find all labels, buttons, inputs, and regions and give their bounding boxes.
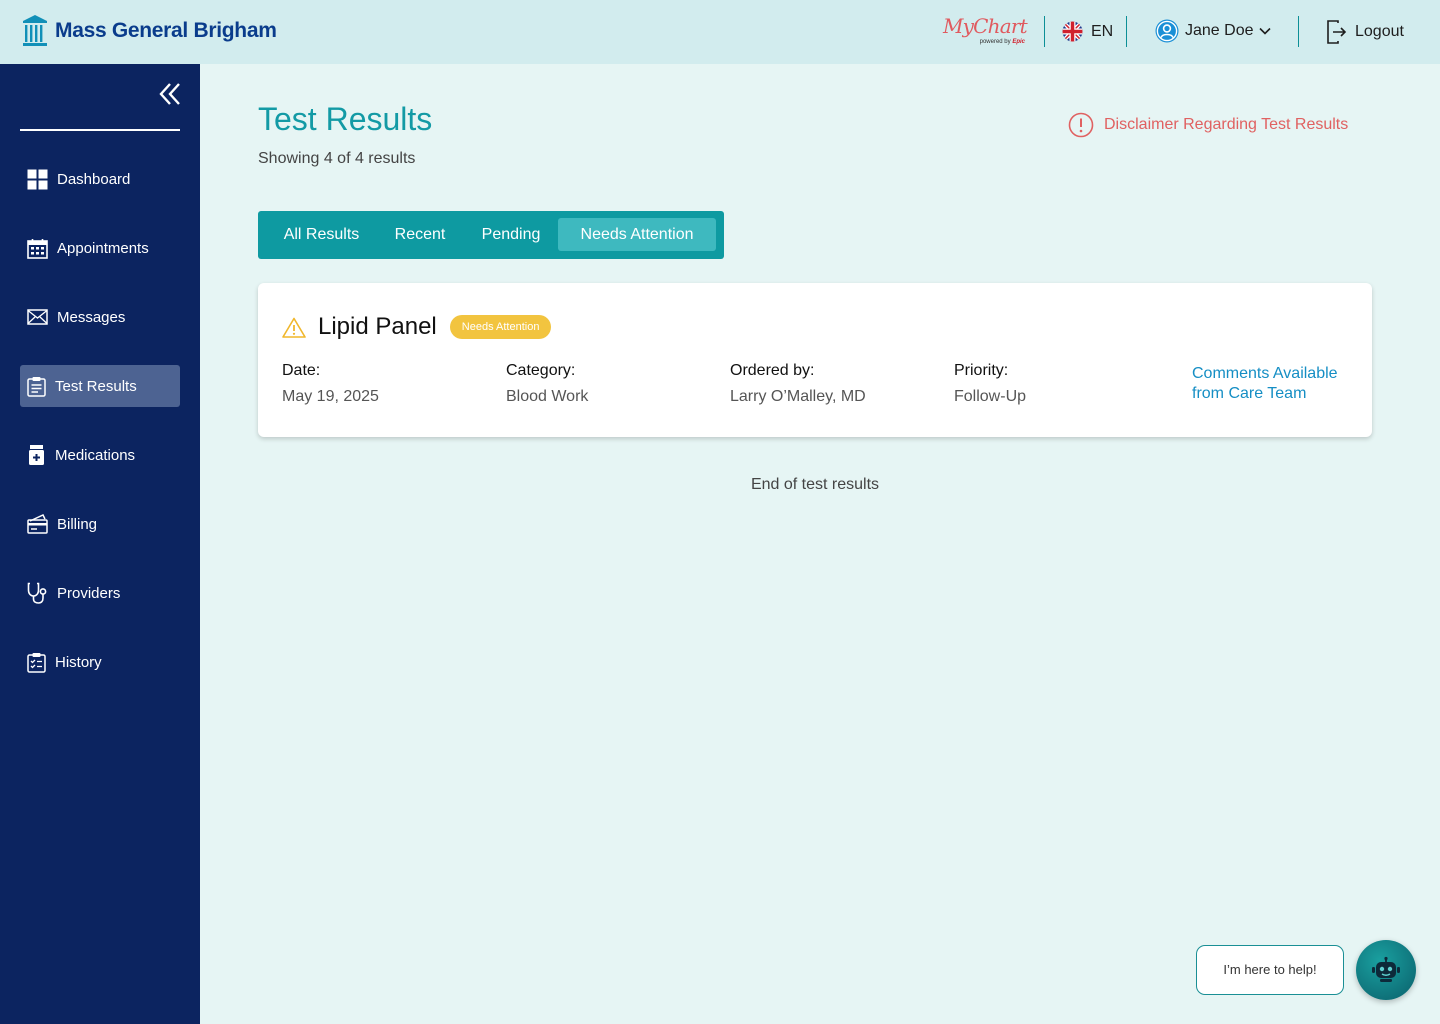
sidebar-item-label: Messages — [57, 308, 126, 326]
brand-name: Mass General Brigham — [55, 19, 277, 42]
sidebar-item-appointments[interactable]: Appointments — [20, 227, 180, 269]
logout-icon — [1327, 20, 1347, 44]
field-value: Blood Work — [506, 388, 589, 405]
sidebar: Dashboard Appointments Messages Test Res… — [0, 64, 200, 1024]
robot-icon — [1372, 956, 1400, 982]
end-of-results-text: End of test results — [750, 476, 880, 493]
envelope-icon — [27, 309, 48, 325]
sidebar-item-test-results[interactable]: Test Results — [20, 365, 180, 407]
tab-all-results[interactable]: All Results — [266, 218, 377, 251]
result-field-date: Date: May 19, 2025 — [282, 362, 379, 406]
result-field-ordered-by: Ordered by: Larry O’Malley, MD — [730, 362, 866, 406]
stethoscope-icon — [27, 582, 47, 604]
header-divider — [1298, 16, 1299, 47]
logout-label: Logout — [1355, 23, 1404, 40]
result-header: Lipid Panel Needs Attention — [282, 313, 552, 341]
sidebar-item-label: Billing — [57, 515, 98, 533]
field-value: May 19, 2025 — [282, 388, 379, 405]
calendar-icon — [27, 238, 48, 259]
field-label: Priority: — [954, 362, 1009, 379]
user-name: Jane Doe — [1185, 22, 1254, 39]
billing-icon — [27, 514, 48, 534]
sidebar-item-providers[interactable]: Providers — [20, 572, 180, 614]
help-bubble[interactable]: I’m here to help! — [1196, 945, 1344, 995]
sidebar-item-dashboard[interactable]: Dashboard — [20, 158, 180, 200]
alert-circle-icon — [1068, 112, 1094, 138]
field-label: Ordered by: — [730, 362, 815, 379]
chevron-down-icon — [1258, 27, 1271, 35]
brand-logo[interactable]: Mass General Brigham — [22, 14, 277, 48]
results-count: Showing 4 of 4 results — [258, 150, 416, 167]
tab-needs-attention[interactable]: Needs Attention — [558, 218, 716, 251]
results-tabs: All Results Recent Pending Needs Attenti… — [258, 211, 724, 259]
result-field-category: Category: Blood Work — [506, 362, 588, 406]
dashboard-icon — [27, 169, 48, 189]
comments-link[interactable]: Comments Available from Care Team — [1192, 364, 1362, 404]
building-icon — [23, 15, 47, 46]
header-divider — [1044, 16, 1045, 47]
collapse-sidebar-button[interactable] — [156, 81, 184, 107]
mychart-title: MyChart — [943, 14, 1028, 38]
language-code: EN — [1091, 22, 1114, 40]
logout-button[interactable]: Logout — [1325, 19, 1404, 45]
medicine-bottle-icon — [29, 445, 44, 465]
sidebar-item-label: Test Results — [55, 377, 137, 395]
sidebar-item-billing[interactable]: Billing — [20, 503, 180, 545]
sidebar-item-label: Appointments — [57, 239, 149, 257]
tab-pending[interactable]: Pending — [464, 218, 558, 251]
field-label: Category: — [506, 362, 576, 379]
disclaimer-label: Disclaimer Regarding Test Results — [1104, 116, 1349, 133]
sidebar-item-label: Providers — [57, 584, 121, 602]
sidebar-item-messages[interactable]: Messages — [20, 296, 180, 338]
status-badge: Needs Attention — [449, 315, 552, 339]
test-result-card[interactable]: Lipid Panel Needs Attention Date: May 19… — [258, 283, 1372, 437]
tab-recent[interactable]: Recent — [380, 218, 460, 251]
mychart-powered-by: powered by Epic — [979, 39, 1025, 45]
page-title: Test Results — [258, 101, 433, 137]
sidebar-item-label: Medications — [55, 446, 136, 464]
double-chevron-left-icon — [159, 83, 180, 105]
uk-flag-icon — [1062, 21, 1083, 42]
sidebar-divider — [20, 129, 180, 131]
header-divider — [1126, 16, 1127, 47]
field-value: Follow-Up — [954, 388, 1027, 405]
mychart-logo: MyChart powered by Epic — [943, 14, 1028, 48]
sidebar-item-label: History — [55, 653, 102, 671]
clipboard-list-icon — [27, 652, 46, 673]
clipboard-icon — [27, 376, 46, 397]
result-field-priority: Priority: Follow-Up — [954, 362, 1026, 406]
field-label: Date: — [282, 362, 321, 379]
user-menu[interactable]: Jane Doe — [1155, 19, 1271, 43]
language-selector[interactable]: EN — [1062, 21, 1113, 42]
sidebar-item-history[interactable]: History — [20, 641, 180, 683]
warning-triangle-icon — [282, 317, 306, 338]
result-title: Lipid Panel — [318, 313, 437, 340]
field-value: Larry O’Malley, MD — [730, 388, 866, 405]
user-avatar-icon — [1155, 19, 1179, 43]
chat-assistant-button[interactable] — [1356, 940, 1416, 1000]
sidebar-item-medications[interactable]: Medications — [20, 434, 180, 476]
disclaimer-link[interactable]: Disclaimer Regarding Test Results — [1068, 112, 1348, 138]
top-bar: Mass General Brigham MyChart powered by … — [0, 0, 1440, 64]
sidebar-item-label: Dashboard — [57, 170, 131, 188]
